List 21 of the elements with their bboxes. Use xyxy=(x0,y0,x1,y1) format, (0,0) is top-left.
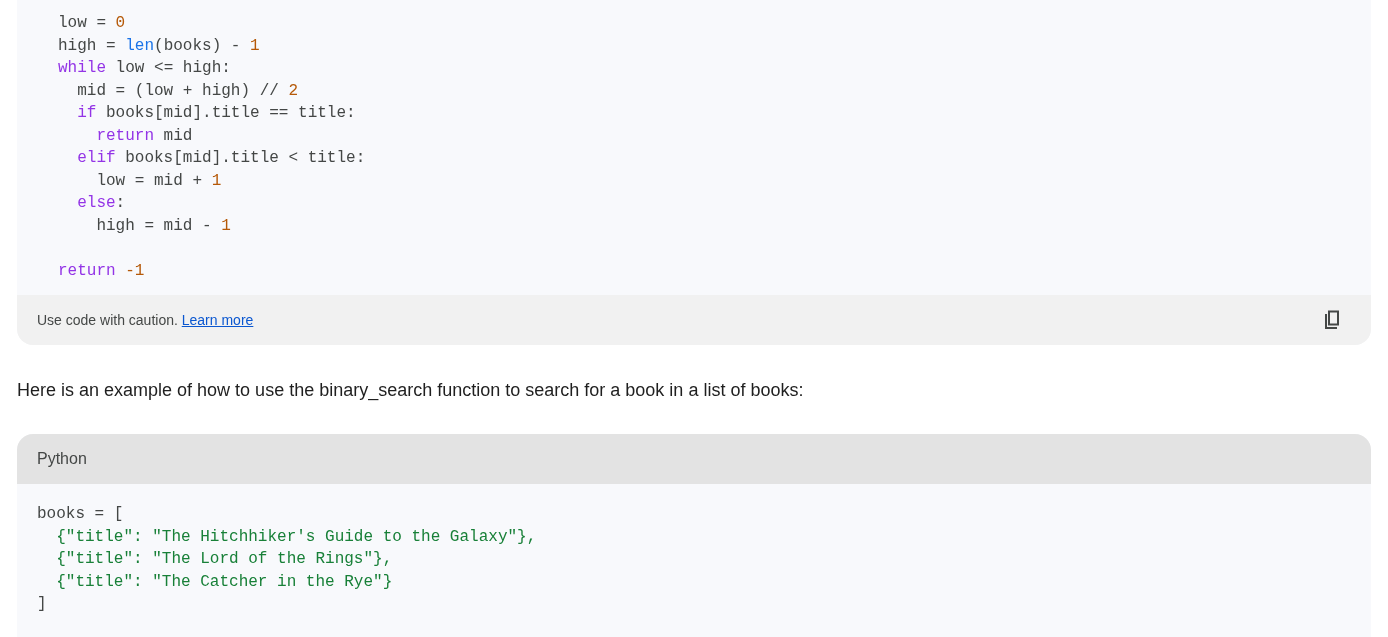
code-line: mid = (low + high) // 2 xyxy=(76,80,299,102)
code-line: else: xyxy=(76,193,126,214)
learn-more-link[interactable]: Learn more xyxy=(181,311,254,328)
code-line: high = mid - 1 xyxy=(95,215,231,237)
code-line: while low <= high: xyxy=(58,58,231,79)
caution-note: Use code with caution. Learn more xyxy=(37,310,254,330)
code-line: ] xyxy=(37,594,47,615)
code-line: return -1 xyxy=(58,260,145,282)
paragraph: Here is an example of how to use the binary_search function to search for a book in a list of books: xyxy=(17,379,805,402)
language-label: Python xyxy=(37,449,87,469)
copy-icon[interactable] xyxy=(1323,310,1341,330)
code-line: {"title": "The Lord of the Rings"}, xyxy=(55,549,393,570)
code-line: books = [ xyxy=(37,504,124,525)
code-line: low = mid + 1 xyxy=(95,170,222,192)
code-line: {"title": "The Hitchhiker's Guide to the Galaxy"}, xyxy=(55,526,537,548)
code-line: return mid xyxy=(95,125,193,147)
code-line: high = len(books) - 1 xyxy=(58,35,260,57)
code-line: {"title": "The Catcher in the Rye"} xyxy=(55,571,393,593)
code-line: low = 0 xyxy=(58,13,126,34)
code-line: if books[mid].title == title: xyxy=(76,103,356,124)
code-line: elif books[mid].title < title: xyxy=(76,148,366,169)
